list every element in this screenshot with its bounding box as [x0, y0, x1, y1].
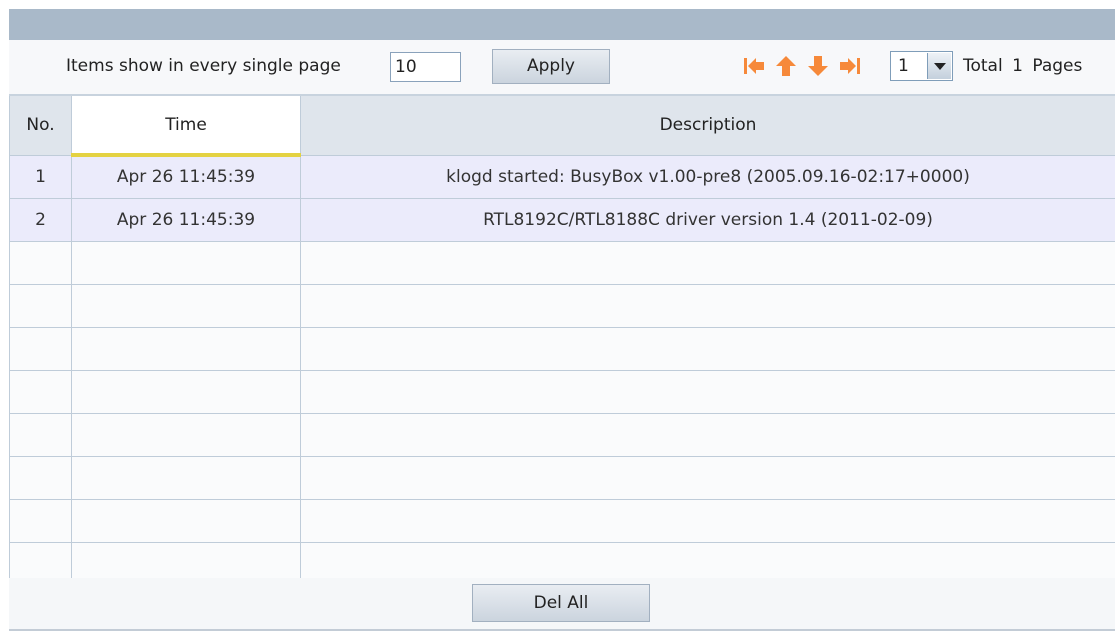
- log-footer: Del All: [9, 578, 1115, 631]
- empty-cell: [71, 369, 301, 414]
- next-page-icon[interactable]: [806, 54, 830, 78]
- row-time: Apr 26 11:45:39: [71, 197, 301, 242]
- table-row: 2 Apr 26 11:45:39 RTL8192C/RTL8188C driv…: [9, 197, 1115, 242]
- empty-cell: [71, 412, 301, 457]
- empty-table-row: [9, 283, 1115, 328]
- last-page-icon[interactable]: [838, 54, 862, 78]
- empty-cell: [300, 326, 1115, 371]
- row-no: 2: [9, 197, 72, 242]
- empty-table-row: [9, 240, 1115, 285]
- empty-cell: [71, 240, 301, 285]
- top-banner: [9, 9, 1115, 40]
- apply-button[interactable]: Apply: [492, 49, 610, 84]
- empty-cell: [9, 369, 72, 414]
- log-toolbar: Items show in every single page Apply 1 …: [9, 40, 1115, 94]
- empty-cell: [9, 283, 72, 328]
- empty-table-row: [9, 369, 1115, 414]
- empty-cell: [300, 240, 1115, 285]
- empty-table-row: [9, 412, 1115, 457]
- empty-cell: [9, 498, 72, 543]
- previous-page-icon[interactable]: [774, 54, 798, 78]
- row-no: 1: [9, 154, 72, 199]
- table-row: 1 Apr 26 11:45:39 klogd started: BusyBox…: [9, 154, 1115, 199]
- empty-cell: [9, 412, 72, 457]
- first-page-icon[interactable]: [742, 54, 766, 78]
- column-header-description: Description: [300, 94, 1115, 156]
- items-per-page-label: Items show in every single page: [66, 56, 341, 76]
- system-log-table: No. Time Description 1 Apr 26 11:45:39 k…: [9, 94, 1115, 586]
- empty-cell: [300, 455, 1115, 500]
- empty-cell: [300, 498, 1115, 543]
- empty-cell: [300, 369, 1115, 414]
- table-header-row: No. Time Description: [9, 94, 1115, 157]
- items-per-page-input[interactable]: [390, 52, 461, 82]
- chevron-down-icon[interactable]: [927, 53, 951, 79]
- page-number-select[interactable]: 1: [890, 51, 953, 81]
- row-description: RTL8192C/RTL8188C driver version 1.4 (20…: [300, 197, 1115, 242]
- column-header-time[interactable]: Time: [71, 94, 301, 157]
- empty-cell: [300, 412, 1115, 457]
- empty-cell: [71, 283, 301, 328]
- empty-cell: [9, 326, 72, 371]
- empty-table-row: [9, 455, 1115, 500]
- row-description: klogd started: BusyBox v1.00-pre8 (2005.…: [300, 154, 1115, 199]
- total-pages-label: Total 1 Pages: [963, 56, 1083, 76]
- page-select-value: 1: [898, 56, 909, 76]
- empty-table-row: [9, 326, 1115, 371]
- empty-cell: [9, 240, 72, 285]
- empty-cell: [9, 455, 72, 500]
- empty-cell: [71, 326, 301, 371]
- empty-cell: [300, 283, 1115, 328]
- empty-table-row: [9, 498, 1115, 543]
- empty-cell: [71, 498, 301, 543]
- delete-all-button[interactable]: Del All: [472, 584, 650, 622]
- column-header-no: No.: [9, 94, 72, 156]
- row-time: Apr 26 11:45:39: [71, 154, 301, 199]
- empty-cell: [71, 455, 301, 500]
